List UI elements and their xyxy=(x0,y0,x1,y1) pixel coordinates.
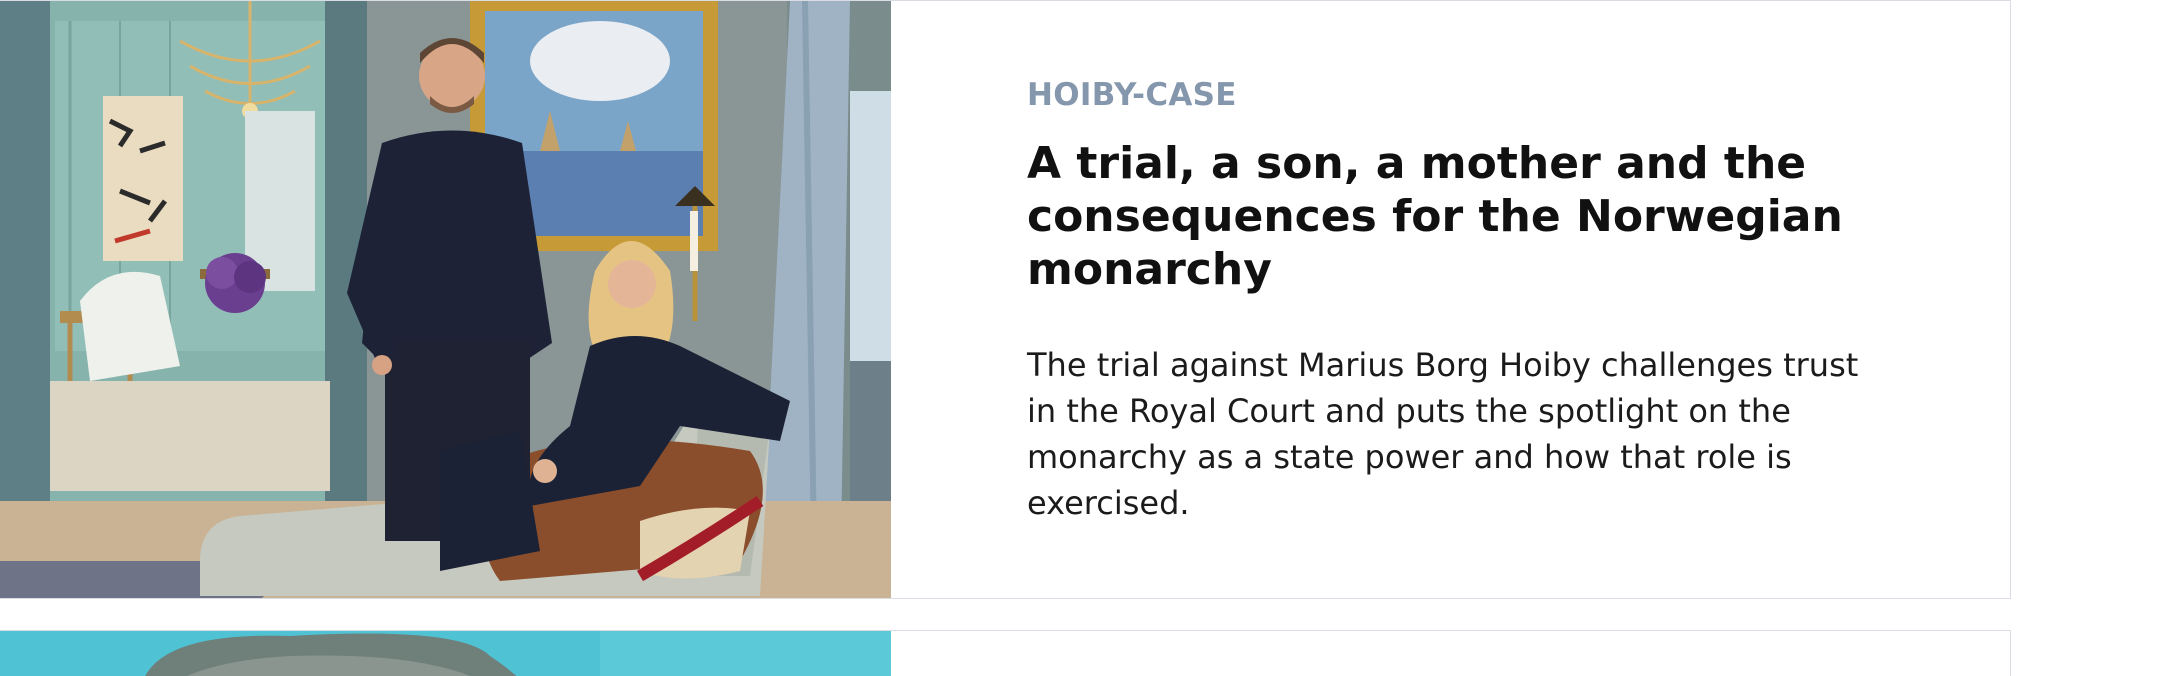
article-image-link[interactable] xyxy=(0,1,891,598)
article-photo xyxy=(0,1,891,598)
article-photo xyxy=(0,631,891,676)
article-text: HOIBY-CASE A trial, a son, a mother and … xyxy=(1027,77,1897,526)
article-summary: The trial against Marius Borg Hoiby chal… xyxy=(1027,346,1859,522)
article-feed: HOIBY-CASE A trial, a son, a mother and … xyxy=(0,0,2180,676)
article-headline[interactable]: A trial, a son, a mother and the consequ… xyxy=(1027,137,1897,296)
article-kicker[interactable]: HOIBY-CASE xyxy=(1027,77,1897,113)
article-card[interactable] xyxy=(0,630,2011,676)
article-image-link[interactable] xyxy=(0,631,891,676)
article-card[interactable]: HOIBY-CASE A trial, a son, a mother and … xyxy=(0,0,2011,599)
